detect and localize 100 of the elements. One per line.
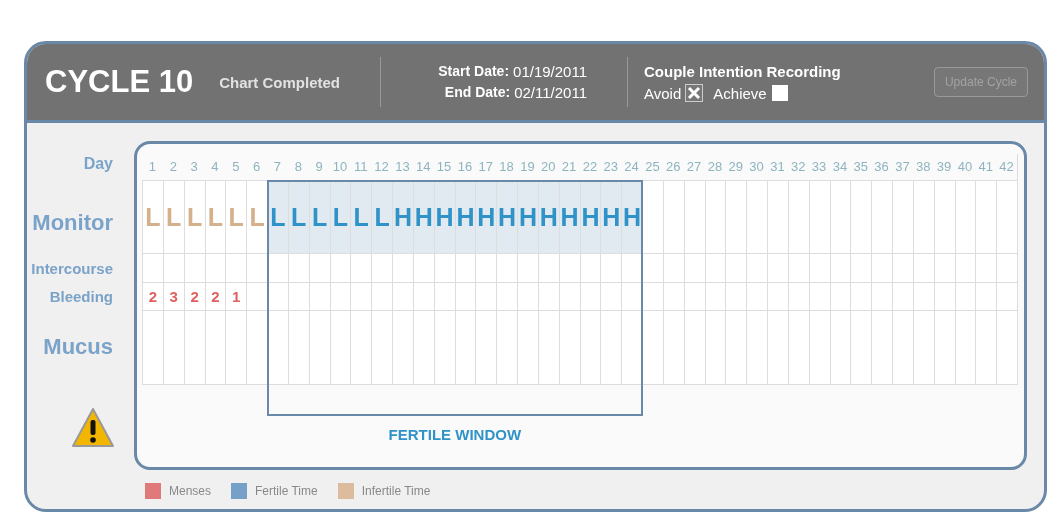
row-label: Bleeding [49,286,113,307]
table-cell [621,253,642,282]
table-cell [954,253,976,282]
day-number: 40 [956,158,974,176]
day-number: 33 [810,158,828,176]
end-date: 02/11/2011 [514,84,587,101]
table-cell [537,282,559,310]
table-cell [475,282,497,310]
day-number: 22 [581,158,599,176]
table-cell: H [517,180,538,253]
table-cell [329,253,351,282]
table-cell [329,282,351,310]
day-number: 19 [519,158,536,176]
table-cell: L [246,180,267,253]
table-cell [496,282,517,310]
table-cell [183,253,205,282]
day-number: 12 [373,158,390,176]
day-number: 2 [168,158,178,176]
table-cell [912,253,934,282]
start-date-label: Start Date: [438,63,510,80]
day-number: 37 [894,158,911,176]
table-cell [662,253,684,282]
table-cell [850,282,872,310]
table-cell [579,253,601,282]
day-number: 6 [251,158,262,176]
table-cell [142,253,163,282]
day-number: 42 [998,158,1015,176]
table-cell [267,253,288,282]
day-number: 26 [665,158,682,176]
day-number: 11 [353,158,369,176]
fertile-window-label: FERTILE WINDOW [388,426,522,443]
day-number: 7 [272,158,283,176]
table-cell [871,253,892,282]
day-number: 3 [189,158,199,176]
day-number: 20 [540,158,557,176]
table-cell [746,253,767,282]
table-cell [725,253,747,282]
table-cell: 2 [183,282,205,310]
chart-status: Chart Completed [219,73,340,91]
cycle-title: CYCLE 10 [45,64,194,100]
table-cell [808,253,830,282]
table-cell [204,253,226,282]
table-cell [767,282,788,310]
day-number: 30 [748,158,765,176]
intention-title: Couple Intention Recording [644,62,842,80]
legend-label: Fertile Time [255,484,318,498]
legend-label: Infertile Time [361,484,431,498]
intention-label: Achieve [713,84,767,102]
table-cell [912,282,934,310]
table-cell: 2 [142,282,163,310]
table-cell [454,253,476,282]
day-number: 9 [314,158,324,176]
day-number: 31 [769,158,786,176]
table-cell [642,253,663,282]
table-cell: H [496,180,517,253]
table-cell [975,282,997,310]
table-cell [412,253,434,282]
checkbox[interactable] [771,85,788,101]
table-cell [704,282,726,310]
table-cell [350,253,372,282]
intention-label: Avoid [644,84,682,102]
table-cell: 1 [225,282,247,310]
day-number: 39 [935,158,953,176]
table-cell [496,253,517,282]
day-number: 25 [644,158,661,176]
day-number: 8 [293,158,303,176]
table-cell [371,253,392,282]
table-cell [683,253,705,282]
table-cell [621,282,642,310]
row-label: Mucus [43,333,113,361]
table-cell [808,282,830,310]
table-cell: L [204,180,226,253]
table-cell [787,282,809,310]
table-cell [225,253,247,282]
table-cell [537,253,559,282]
day-number: 1 [147,158,158,176]
table-cell [954,282,976,310]
day-number: 17 [477,158,494,176]
table-cell [267,282,288,310]
day-number: 10 [331,158,349,176]
table-cell [725,282,747,310]
table-cell: L [183,180,205,253]
table-cell [933,282,955,310]
table-cell [454,282,476,310]
table-cell [517,253,538,282]
table-cell [746,282,767,310]
table-cell [704,253,726,282]
row-label: Monitor [32,209,113,237]
table-cell [829,253,851,282]
table-cell [600,282,622,310]
table-cell: H [475,180,497,253]
table-cell [433,282,455,310]
table-cell [767,253,788,282]
table-cell [371,282,392,310]
table-cell [683,282,705,310]
table-cell: H [600,180,622,253]
table-cell: 3 [162,282,184,310]
checkbox[interactable] [686,85,703,101]
table-cell [662,282,684,310]
day-number: 4 [210,158,220,176]
